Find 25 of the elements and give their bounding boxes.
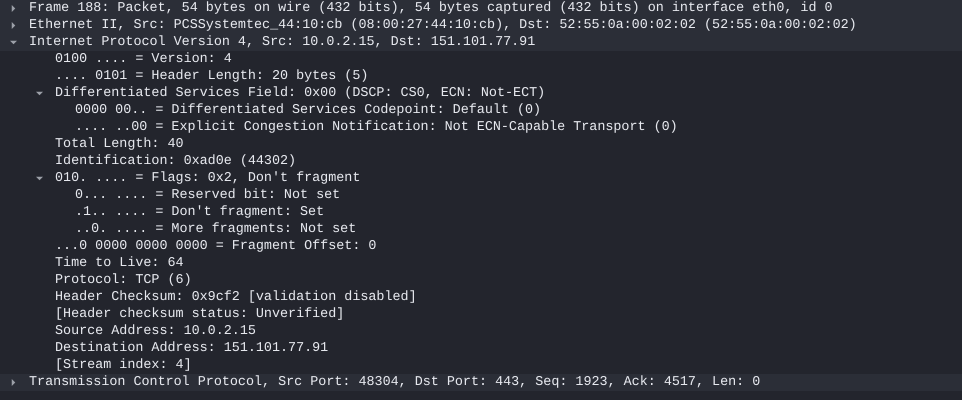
tree-item[interactable]: Source Address: 10.0.2.15 [50, 323, 256, 340]
tree-item[interactable]: .... ..00 = Explicit Congestion Notification: Not ECN-Capable Transport (0) [70, 119, 678, 136]
tree-item[interactable]: Destination Address: 151.101.77.91 [50, 340, 328, 357]
tree-item[interactable]: Time to Live: 64 [50, 255, 184, 272]
tree-item[interactable]: ...0 0000 0000 0000 = Fragment Offset: 0 [50, 238, 376, 255]
tree-item[interactable]: 0... .... = Reserved bit: Not set [70, 187, 340, 204]
tree-item[interactable]: ..0. .... = More fragments: Not set [70, 221, 356, 238]
tree-item[interactable]: .... 0101 = Header Length: 20 bytes (5) [50, 68, 368, 85]
tree-item[interactable]: Protocol: TCP (6) [50, 272, 192, 289]
tree-item[interactable]: 0000 00.. = Differentiated Services Codepoint: Default (0) [70, 102, 542, 119]
tree-item[interactable]: Differentiated Services Field: 0x00 (DSCP: CS0, ECN: Not-ECT) [50, 85, 546, 102]
tree-item[interactable]: Total Length: 40 [50, 136, 184, 153]
tree-item[interactable]: [Stream index: 4] [50, 357, 192, 374]
tree-item[interactable]: [Header checksum status: Unverified] [50, 306, 344, 323]
tree-item[interactable]: .1.. .... = Don't fragment: Set [70, 204, 324, 221]
expand-triangle-icon[interactable] [10, 379, 17, 386]
tree-item[interactable]: Identification: 0xad0e (44302) [50, 153, 296, 170]
collapse-triangle-icon[interactable] [10, 39, 17, 46]
collapse-triangle-icon[interactable] [36, 175, 43, 182]
expand-triangle-icon[interactable] [10, 22, 17, 29]
expand-triangle-icon[interactable] [10, 5, 17, 12]
tree-item[interactable]: 010. .... = Flags: 0x2, Don't fragment [50, 170, 360, 187]
collapse-triangle-icon[interactable] [36, 90, 43, 97]
tree-item[interactable]: Header Checksum: 0x9cf2 [validation disabled] [50, 289, 417, 306]
tree-item[interactable]: 0100 .... = Version: 4 [50, 51, 232, 68]
